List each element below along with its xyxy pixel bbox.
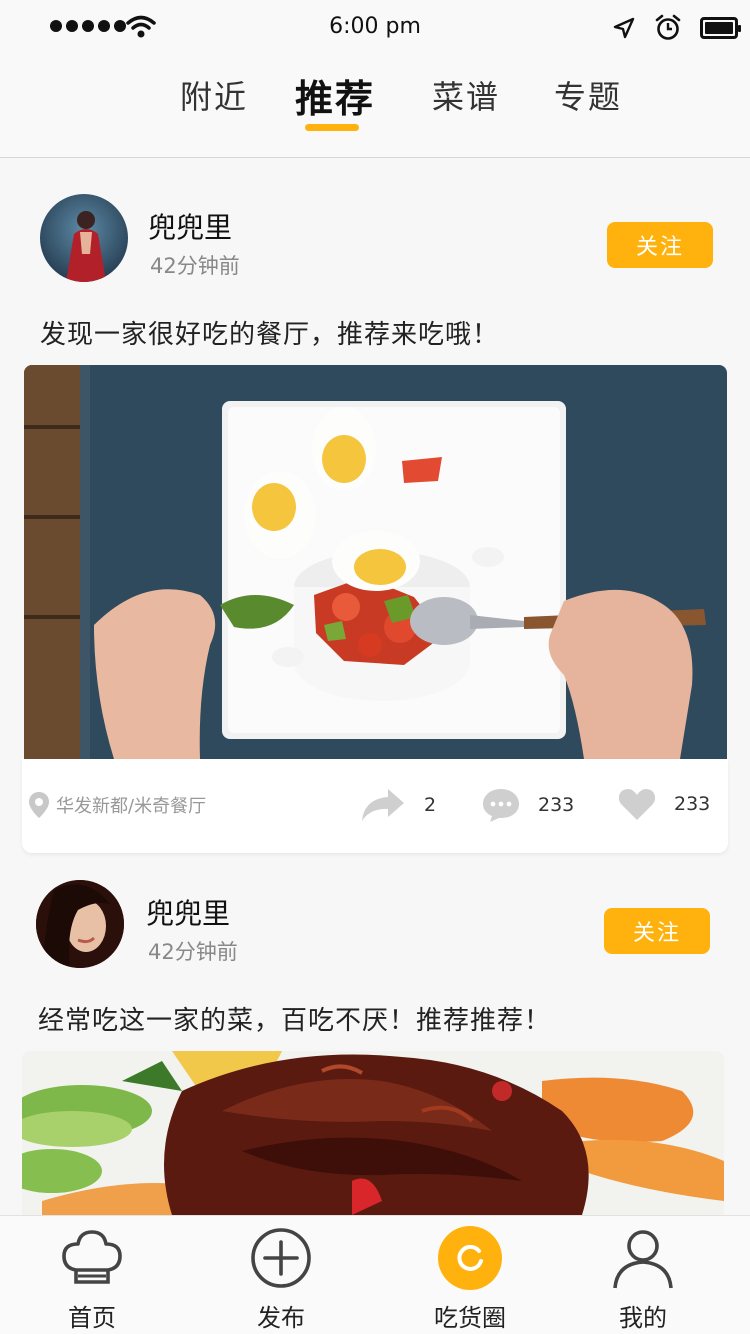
- avatar[interactable]: [36, 880, 124, 968]
- nav-mine-label: 我的: [619, 1304, 667, 1332]
- nav-foodie-circle-label: 吃货圈: [434, 1304, 506, 1332]
- refresh-circle-icon: [438, 1226, 502, 1290]
- username[interactable]: 兜兜里: [148, 206, 232, 246]
- share-icon: [362, 789, 404, 821]
- chef-hat-icon: [62, 1230, 122, 1284]
- battery-icon: [700, 17, 741, 39]
- alarm-clock-icon: [655, 14, 681, 40]
- like-count: 233: [674, 793, 711, 815]
- comment-stat[interactable]: 233: [482, 787, 574, 823]
- post-footer: 华发新都/米奇餐厅 2 233 233: [22, 759, 728, 853]
- map-pin-icon: [29, 792, 49, 818]
- post-photo[interactable]: [24, 365, 727, 759]
- share-stat[interactable]: 2: [360, 787, 436, 823]
- username[interactable]: 兜兜里: [146, 892, 230, 932]
- app-screen: 6:00 pm 附近 推荐 菜谱 专题 兜兜里 42分钟前 关注 发现一家很好吃…: [0, 0, 750, 1334]
- bottom-nav: 首页 发布 吃货圈 我的: [0, 1215, 750, 1334]
- follow-button[interactable]: 关注: [607, 222, 713, 268]
- comment-count: 233: [538, 794, 575, 816]
- status-right-icons: [612, 14, 741, 42]
- nav-publish-label: 发布: [257, 1304, 305, 1332]
- heart-icon: [618, 789, 656, 820]
- top-tab-bar: 附近 推荐 菜谱 专题: [0, 56, 750, 158]
- nav-foodie-circle[interactable]: 吃货圈: [410, 1224, 530, 1334]
- location-arrow-icon: [613, 17, 635, 39]
- avatar[interactable]: [40, 194, 128, 282]
- post-time: 42分钟前: [150, 254, 240, 278]
- like-stat[interactable]: 233: [618, 787, 710, 821]
- post-photo[interactable]: [22, 1051, 724, 1215]
- user-icon: [613, 1230, 673, 1289]
- active-tab-indicator: [305, 124, 359, 131]
- tab-topics[interactable]: 专题: [554, 72, 622, 118]
- post-text: 发现一家很好吃的餐厅，推荐来吃哦！: [40, 320, 500, 350]
- plus-circle-icon: [251, 1228, 311, 1288]
- share-count: 2: [424, 794, 437, 816]
- follow-button[interactable]: 关注: [604, 908, 710, 954]
- post-time: 42分钟前: [148, 940, 238, 964]
- feed-post: 兜兜里 42分钟前 关注 经常吃这一家的菜，百吃不厌！推荐推荐！: [0, 858, 750, 1218]
- nav-publish[interactable]: 发布: [226, 1224, 336, 1334]
- tab-nearby[interactable]: 附近: [180, 72, 248, 118]
- nav-mine[interactable]: 我的: [588, 1224, 698, 1334]
- nav-home[interactable]: 首页: [37, 1224, 147, 1334]
- location-text: 华发新都/米奇餐厅: [56, 796, 207, 817]
- tab-recipes[interactable]: 菜谱: [432, 72, 500, 118]
- nav-home-label: 首页: [68, 1304, 116, 1332]
- feed-post: 兜兜里 42分钟前 关注 发现一家很好吃的餐厅，推荐来吃哦！ 华发新都/米奇餐厅…: [0, 158, 750, 858]
- post-text: 经常吃这一家的菜，百吃不厌！推荐推荐！: [38, 1006, 552, 1036]
- tab-recommended[interactable]: 推荐: [295, 68, 375, 123]
- post-location[interactable]: 华发新都/米奇餐厅: [28, 791, 206, 819]
- status-bar: 6:00 pm: [0, 0, 750, 56]
- comment-icon: [483, 789, 519, 822]
